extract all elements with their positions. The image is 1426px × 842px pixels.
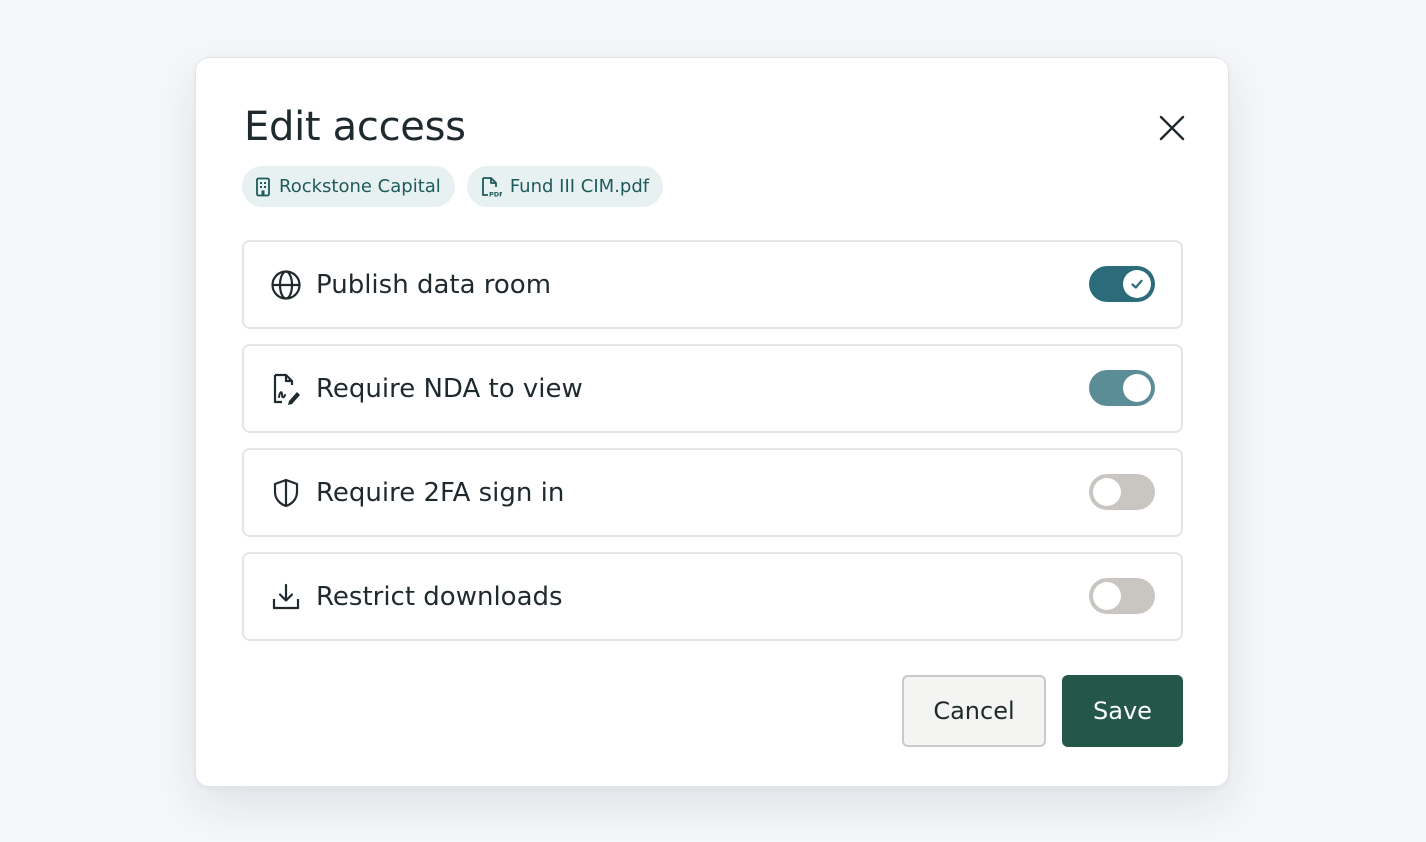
toggle-knob [1093, 582, 1121, 610]
toggle-knob [1123, 270, 1151, 298]
pdf-file-icon: PDF [481, 176, 502, 198]
chip-document[interactable]: PDF Fund III CIM.pdf [466, 166, 664, 207]
setting-label: Require 2FA sign in [316, 477, 565, 508]
setting-row-2fa: Require 2FA sign in [242, 448, 1183, 537]
setting-row-publish: Publish data room [242, 240, 1183, 329]
close-button[interactable] [1152, 108, 1192, 148]
publish-toggle[interactable] [1089, 266, 1155, 302]
building-icon [256, 177, 270, 196]
close-icon [1159, 115, 1185, 141]
dialog-title: Edit access [244, 104, 466, 150]
shield-icon [268, 475, 304, 511]
setting-label: Publish data room [316, 269, 552, 300]
toggle-knob [1123, 374, 1151, 402]
chip-organization-label: Rockstone Capital [279, 176, 441, 197]
setting-label: Restrict downloads [316, 581, 563, 612]
setting-row-nda: Require NDA to view [242, 344, 1183, 433]
chip-document-label: Fund III CIM.pdf [509, 176, 650, 197]
2fa-toggle[interactable] [1089, 474, 1155, 510]
svg-text:PDF: PDF [489, 190, 502, 198]
save-button[interactable]: Save [1062, 675, 1183, 747]
setting-label: Require NDA to view [316, 373, 583, 404]
checkmark-icon [1131, 279, 1143, 289]
signed-document-icon [268, 371, 304, 407]
download-icon [268, 579, 304, 615]
cancel-button[interactable]: Cancel [902, 675, 1046, 747]
context-chips: Rockstone Capital PDF Fund III CIM.pdf [242, 166, 664, 207]
setting-row-downloads: Restrict downloads [242, 552, 1183, 641]
settings-list: Publish data room Require NDA to view Re… [242, 240, 1183, 656]
chip-organization[interactable]: Rockstone Capital [242, 166, 455, 207]
edit-access-dialog: Edit access Rockstone Capital PDF Fund I… [195, 57, 1229, 787]
downloads-toggle[interactable] [1089, 578, 1155, 614]
globe-icon [268, 267, 304, 303]
nda-toggle[interactable] [1089, 370, 1155, 406]
toggle-knob [1093, 478, 1121, 506]
